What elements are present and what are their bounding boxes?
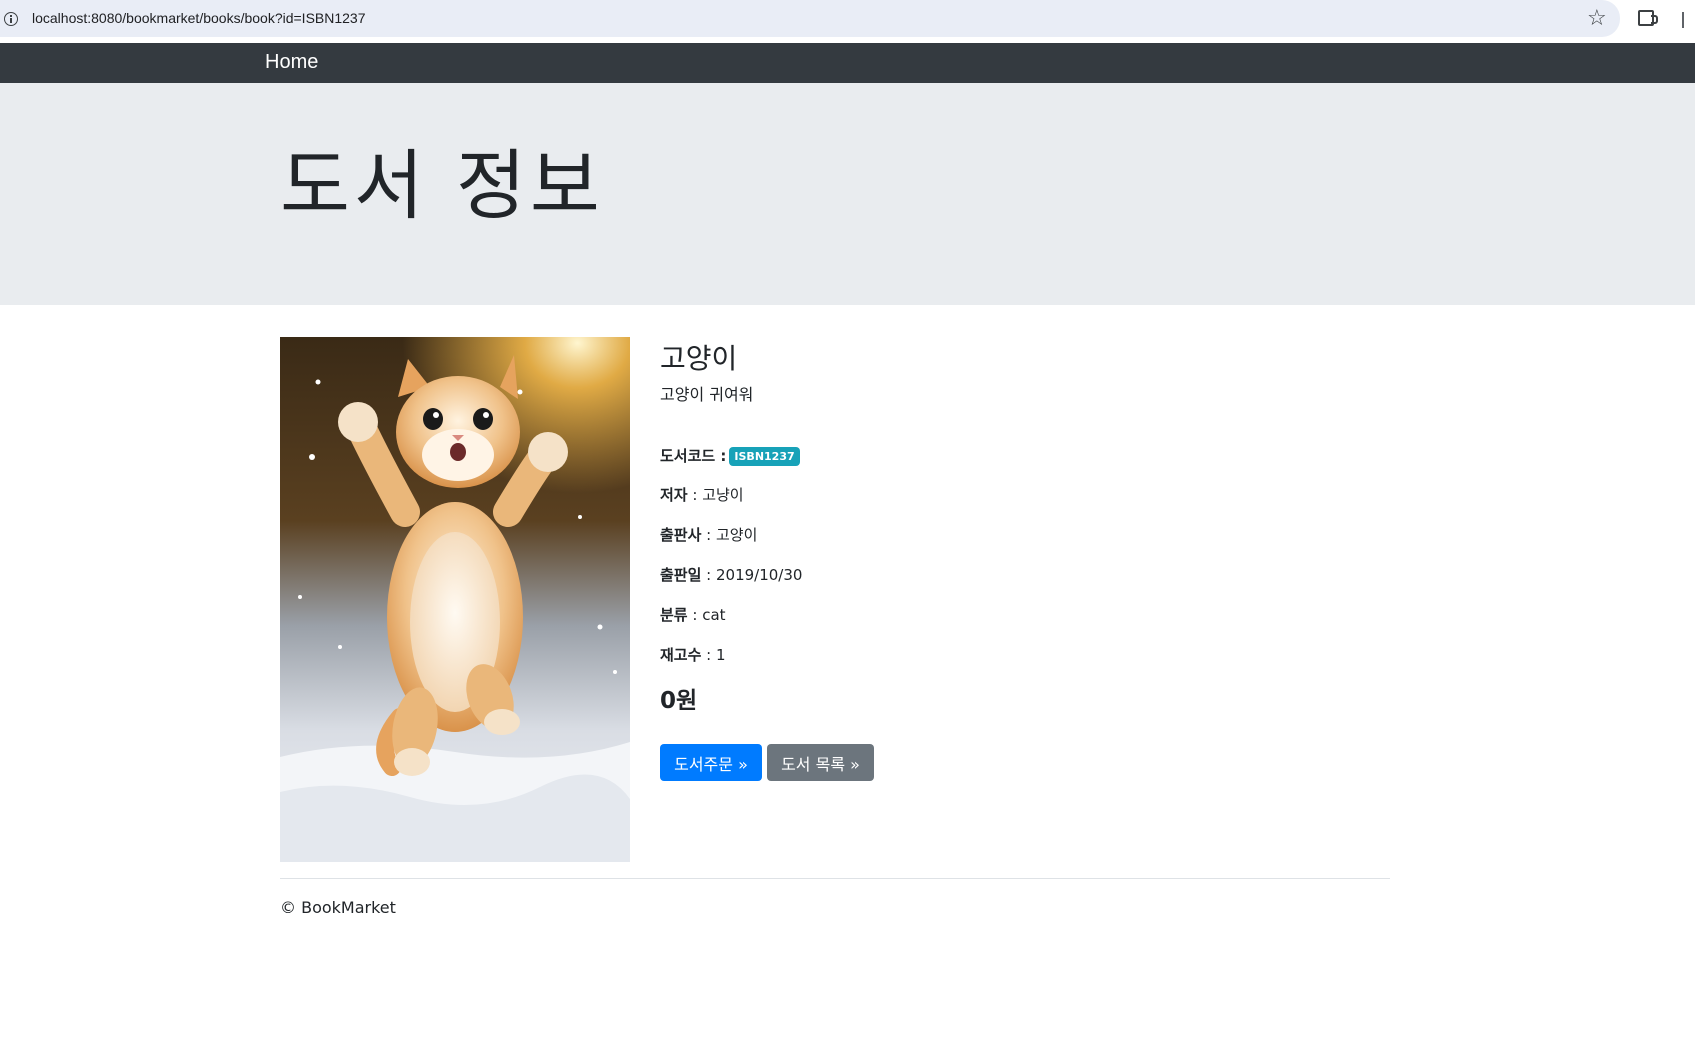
url-field[interactable]: localhost:8080/bookmarket/books/book?id=… xyxy=(0,0,1620,37)
book-cover-image xyxy=(280,337,630,862)
page-title: 도서 정보 xyxy=(280,141,604,230)
toolbar-separator xyxy=(1682,12,1684,28)
book-category-row: 분류 : cat xyxy=(660,604,726,625)
book-author-row: 저자 : 고냥이 xyxy=(660,484,744,505)
url-text[interactable]: localhost:8080/bookmarket/books/book?id=… xyxy=(32,10,366,26)
book-code-badge: ISBN1237 xyxy=(729,447,800,466)
book-release-label: 출판일 xyxy=(660,566,702,584)
book-code-row: 도서코드 : ISBN1237 xyxy=(660,445,800,466)
book-author-value: : 고냥이 xyxy=(687,486,744,504)
extensions-icon[interactable] xyxy=(1638,10,1658,26)
book-release-row: 출판일 : 2019/10/30 xyxy=(660,564,802,585)
book-stock-value: : 1 xyxy=(701,646,726,664)
browser-address-bar: localhost:8080/bookmarket/books/book?id=… xyxy=(0,0,1695,40)
book-price: 0원 xyxy=(660,688,698,714)
book-publisher-row: 출판사 : 고양이 xyxy=(660,524,757,545)
book-title: 고양이 xyxy=(660,342,738,375)
book-stock-label: 재고수 xyxy=(660,646,702,664)
book-description: 고양이 귀여워 xyxy=(660,385,754,404)
book-release-value: : 2019/10/30 xyxy=(701,566,803,584)
nav-home-link[interactable]: Home xyxy=(265,51,318,74)
book-code-label: 도서코드 : xyxy=(660,447,727,465)
bookmark-star-icon[interactable]: ☆ xyxy=(1587,6,1607,32)
site-info-icon[interactable] xyxy=(4,12,18,26)
footer-copyright: © BookMarket xyxy=(280,898,396,917)
order-book-button[interactable]: 도서주문 » xyxy=(660,744,762,781)
book-publisher-value: : 고양이 xyxy=(701,526,758,544)
page-header: 도서 정보 xyxy=(0,83,1695,305)
book-category-value: : cat xyxy=(687,606,726,624)
top-navbar: Home xyxy=(0,43,1695,83)
book-stock-row: 재고수 : 1 xyxy=(660,644,726,665)
book-publisher-label: 출판사 xyxy=(660,526,702,544)
book-list-button[interactable]: 도서 목록 » xyxy=(767,744,874,781)
footer-divider xyxy=(280,878,1390,879)
book-category-label: 분류 xyxy=(660,606,688,624)
book-author-label: 저자 xyxy=(660,486,688,504)
